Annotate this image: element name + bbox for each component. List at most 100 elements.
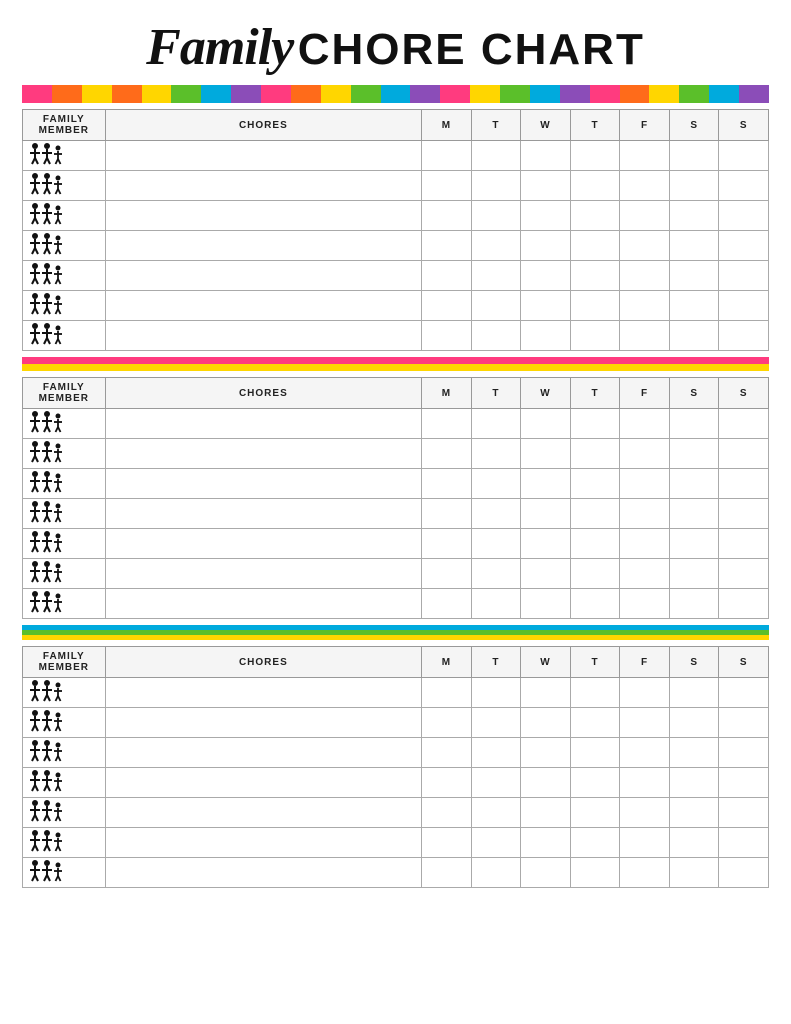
day-checkbox-cell[interactable] [521, 261, 571, 291]
day-checkbox-cell[interactable] [719, 708, 769, 738]
day-checkbox-cell[interactable] [669, 529, 719, 559]
day-checkbox-cell[interactable] [422, 828, 472, 858]
day-checkbox-cell[interactable] [669, 738, 719, 768]
day-checkbox-cell[interactable] [620, 171, 670, 201]
day-checkbox-cell[interactable] [669, 469, 719, 499]
day-checkbox-cell[interactable] [471, 141, 521, 171]
day-checkbox-cell[interactable] [570, 708, 620, 738]
day-checkbox-cell[interactable] [719, 768, 769, 798]
chore-input-cell[interactable] [105, 171, 422, 201]
day-checkbox-cell[interactable] [422, 768, 472, 798]
day-checkbox-cell[interactable] [422, 678, 472, 708]
day-checkbox-cell[interactable] [521, 858, 571, 888]
day-checkbox-cell[interactable] [620, 828, 670, 858]
day-checkbox-cell[interactable] [620, 439, 670, 469]
chore-input-cell[interactable] [105, 141, 422, 171]
day-checkbox-cell[interactable] [521, 321, 571, 351]
day-checkbox-cell[interactable] [620, 141, 670, 171]
day-checkbox-cell[interactable] [669, 559, 719, 589]
chore-input-cell[interactable] [105, 291, 422, 321]
day-checkbox-cell[interactable] [719, 559, 769, 589]
chore-input-cell[interactable] [105, 589, 422, 619]
day-checkbox-cell[interactable] [471, 231, 521, 261]
day-checkbox-cell[interactable] [521, 231, 571, 261]
day-checkbox-cell[interactable] [570, 798, 620, 828]
day-checkbox-cell[interactable] [521, 798, 571, 828]
day-checkbox-cell[interactable] [521, 768, 571, 798]
day-checkbox-cell[interactable] [471, 678, 521, 708]
day-checkbox-cell[interactable] [620, 529, 670, 559]
day-checkbox-cell[interactable] [570, 321, 620, 351]
day-checkbox-cell[interactable] [570, 858, 620, 888]
day-checkbox-cell[interactable] [570, 231, 620, 261]
day-checkbox-cell[interactable] [422, 559, 472, 589]
day-checkbox-cell[interactable] [422, 321, 472, 351]
day-checkbox-cell[interactable] [471, 529, 521, 559]
day-checkbox-cell[interactable] [422, 201, 472, 231]
day-checkbox-cell[interactable] [422, 738, 472, 768]
day-checkbox-cell[interactable] [669, 291, 719, 321]
day-checkbox-cell[interactable] [521, 469, 571, 499]
day-checkbox-cell[interactable] [620, 559, 670, 589]
day-checkbox-cell[interactable] [422, 529, 472, 559]
day-checkbox-cell[interactable] [620, 708, 670, 738]
day-checkbox-cell[interactable] [669, 439, 719, 469]
day-checkbox-cell[interactable] [669, 708, 719, 738]
day-checkbox-cell[interactable] [719, 469, 769, 499]
day-checkbox-cell[interactable] [620, 469, 670, 499]
day-checkbox-cell[interactable] [471, 499, 521, 529]
day-checkbox-cell[interactable] [620, 678, 670, 708]
day-checkbox-cell[interactable] [521, 439, 571, 469]
day-checkbox-cell[interactable] [422, 798, 472, 828]
day-checkbox-cell[interactable] [669, 499, 719, 529]
day-checkbox-cell[interactable] [422, 499, 472, 529]
day-checkbox-cell[interactable] [471, 321, 521, 351]
day-checkbox-cell[interactable] [719, 738, 769, 768]
day-checkbox-cell[interactable] [521, 559, 571, 589]
chore-input-cell[interactable] [105, 469, 422, 499]
day-checkbox-cell[interactable] [669, 858, 719, 888]
day-checkbox-cell[interactable] [570, 469, 620, 499]
day-checkbox-cell[interactable] [570, 439, 620, 469]
chore-input-cell[interactable] [105, 738, 422, 768]
day-checkbox-cell[interactable] [471, 409, 521, 439]
day-checkbox-cell[interactable] [471, 589, 521, 619]
day-checkbox-cell[interactable] [471, 201, 521, 231]
chore-input-cell[interactable] [105, 439, 422, 469]
day-checkbox-cell[interactable] [719, 529, 769, 559]
day-checkbox-cell[interactable] [471, 469, 521, 499]
day-checkbox-cell[interactable] [719, 171, 769, 201]
day-checkbox-cell[interactable] [669, 768, 719, 798]
day-checkbox-cell[interactable] [422, 589, 472, 619]
day-checkbox-cell[interactable] [422, 708, 472, 738]
day-checkbox-cell[interactable] [620, 409, 670, 439]
day-checkbox-cell[interactable] [422, 261, 472, 291]
day-checkbox-cell[interactable] [570, 828, 620, 858]
day-checkbox-cell[interactable] [471, 858, 521, 888]
day-checkbox-cell[interactable] [521, 171, 571, 201]
day-checkbox-cell[interactable] [719, 231, 769, 261]
day-checkbox-cell[interactable] [620, 858, 670, 888]
chore-input-cell[interactable] [105, 529, 422, 559]
day-checkbox-cell[interactable] [570, 291, 620, 321]
day-checkbox-cell[interactable] [669, 141, 719, 171]
day-checkbox-cell[interactable] [570, 261, 620, 291]
day-checkbox-cell[interactable] [669, 798, 719, 828]
day-checkbox-cell[interactable] [719, 798, 769, 828]
chore-input-cell[interactable] [105, 321, 422, 351]
chore-input-cell[interactable] [105, 798, 422, 828]
day-checkbox-cell[interactable] [471, 798, 521, 828]
day-checkbox-cell[interactable] [620, 291, 670, 321]
day-checkbox-cell[interactable] [471, 738, 521, 768]
day-checkbox-cell[interactable] [570, 201, 620, 231]
day-checkbox-cell[interactable] [521, 708, 571, 738]
day-checkbox-cell[interactable] [570, 678, 620, 708]
day-checkbox-cell[interactable] [422, 171, 472, 201]
day-checkbox-cell[interactable] [570, 171, 620, 201]
day-checkbox-cell[interactable] [719, 141, 769, 171]
day-checkbox-cell[interactable] [669, 261, 719, 291]
day-checkbox-cell[interactable] [620, 261, 670, 291]
day-checkbox-cell[interactable] [422, 141, 472, 171]
day-checkbox-cell[interactable] [422, 409, 472, 439]
day-checkbox-cell[interactable] [471, 439, 521, 469]
